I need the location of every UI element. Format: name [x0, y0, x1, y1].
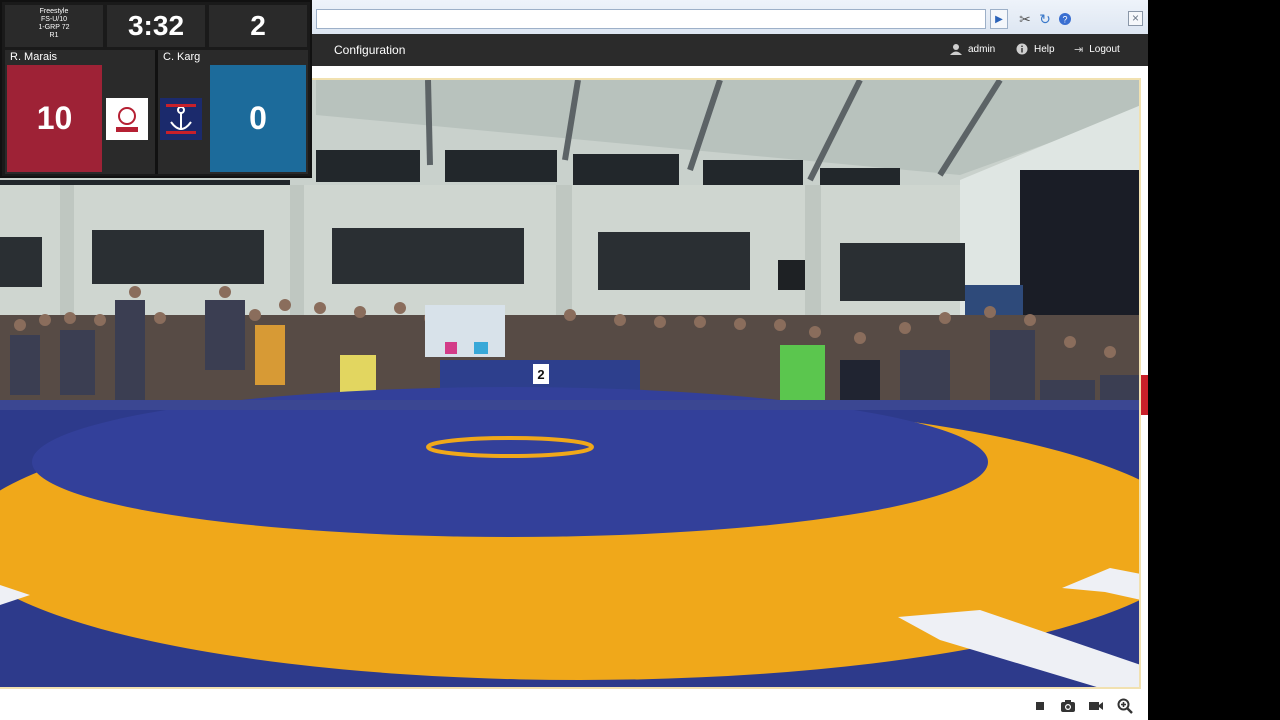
- zoom-in-icon[interactable]: [1117, 698, 1133, 714]
- stop-icon[interactable]: [1032, 698, 1048, 714]
- player-controls: [0, 690, 1148, 720]
- close-icon[interactable]: ×: [1128, 11, 1143, 26]
- side-collapse-tab[interactable]: [1141, 375, 1148, 415]
- record-icon[interactable]: [1088, 698, 1104, 714]
- info-icon: [1016, 43, 1028, 55]
- refresh-icon[interactable]: ↻: [1036, 10, 1054, 28]
- match-group: 1-GRP 72: [38, 24, 70, 31]
- blue-wrestler-name: C. Karg: [158, 50, 308, 65]
- camera-icon[interactable]: [1060, 698, 1076, 714]
- blue-score: 0: [210, 65, 306, 172]
- red-score: 10: [7, 65, 102, 172]
- address-input[interactable]: [316, 9, 986, 29]
- red-club-logo-icon: [106, 98, 148, 140]
- match-info: Freestyle FS-U/10 1-GRP 72 R1: [5, 5, 103, 47]
- tools-icon[interactable]: ✂: [1016, 10, 1034, 28]
- logout-label: Logout: [1089, 44, 1120, 55]
- match-style: Freestyle: [39, 8, 69, 15]
- match-round: R1: [49, 32, 59, 39]
- help-circle-icon[interactable]: ?: [1056, 10, 1074, 28]
- match-category: FS-U/10: [40, 16, 68, 23]
- red-wrestler-name: R. Marais: [5, 50, 155, 65]
- blue-club-logo-icon: [160, 98, 202, 140]
- svg-text:?: ?: [1062, 15, 1067, 25]
- user-menu[interactable]: admin: [950, 43, 995, 55]
- scoreboard: Freestyle FS-U/10 1-GRP 72 R1 3:32 2 R. …: [0, 0, 312, 178]
- help-link[interactable]: Help: [1016, 43, 1055, 55]
- help-label: Help: [1034, 43, 1055, 55]
- table-number-card: 2: [537, 367, 544, 382]
- user-icon: [950, 44, 962, 55]
- user-label: admin: [968, 43, 996, 55]
- logout-link[interactable]: ⇥ Logout: [1074, 43, 1120, 56]
- match-clock: 3:32: [107, 5, 205, 47]
- match-period: 2: [209, 5, 307, 47]
- logout-icon: ⇥: [1074, 44, 1084, 56]
- play-arrow-icon[interactable]: ▶: [990, 9, 1008, 29]
- page-title[interactable]: Configuration: [334, 43, 405, 57]
